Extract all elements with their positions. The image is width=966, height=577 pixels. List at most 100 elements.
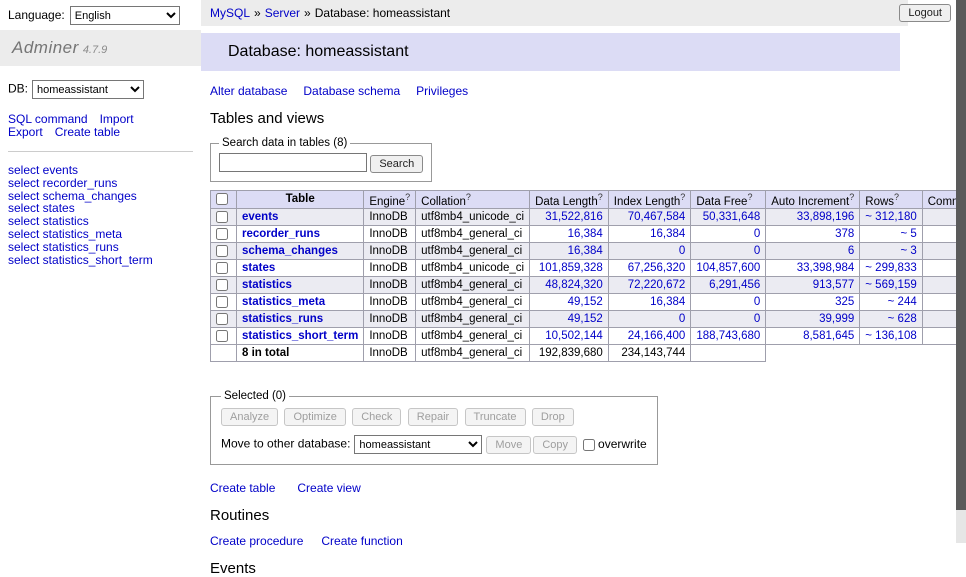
row-checkbox[interactable] xyxy=(216,296,228,308)
search-button[interactable]: Search xyxy=(370,155,423,173)
hint-icon[interactable]: ? xyxy=(849,192,854,202)
scrollbar-thumb[interactable] xyxy=(956,0,966,510)
auto-increment-link[interactable]: 33,398,984 xyxy=(797,262,855,274)
data-length-link[interactable]: 31,522,816 xyxy=(545,211,603,223)
table-name-link[interactable]: states xyxy=(242,262,275,274)
column-header-auto-increment[interactable]: Auto Increment? xyxy=(766,190,860,209)
data-free-link[interactable]: 0 xyxy=(754,296,760,308)
data-length-link[interactable]: 16,384 xyxy=(568,245,603,257)
sidebar-table-link-recorder-runs[interactable]: select recorder_runs xyxy=(8,177,193,190)
data-free-link[interactable]: 188,743,680 xyxy=(696,330,760,342)
create-function-link[interactable]: Create function xyxy=(321,534,402,548)
rows-count-link[interactable]: ~ 628 xyxy=(888,313,917,325)
data-length-link[interactable]: 16,384 xyxy=(568,228,603,240)
index-length-link[interactable]: 70,467,584 xyxy=(628,211,686,223)
data-free-link[interactable]: 0 xyxy=(754,313,760,325)
auto-increment-link[interactable]: 378 xyxy=(835,228,854,240)
row-checkbox[interactable] xyxy=(216,262,228,274)
index-length-link[interactable]: 24,166,400 xyxy=(628,330,686,342)
index-length-link[interactable]: 0 xyxy=(679,313,685,325)
overwrite-label[interactable]: overwrite xyxy=(598,437,647,451)
row-checkbox[interactable] xyxy=(216,228,228,240)
data-length-link[interactable]: 48,824,320 xyxy=(545,279,603,291)
index-length-link[interactable]: 0 xyxy=(679,245,685,257)
row-checkbox[interactable] xyxy=(216,211,228,223)
hint-icon[interactable]: ? xyxy=(466,192,471,202)
select-all-checkbox[interactable] xyxy=(216,193,228,205)
analyze-button[interactable]: Analyze xyxy=(221,408,278,426)
optimize-button[interactable]: Optimize xyxy=(284,408,345,426)
hint-icon[interactable]: ? xyxy=(894,192,899,202)
create-procedure-link[interactable]: Create procedure xyxy=(210,534,303,548)
index-length-link[interactable]: 16,384 xyxy=(650,296,685,308)
sidebar-link-export[interactable]: Export xyxy=(8,125,43,139)
truncate-button[interactable]: Truncate xyxy=(465,408,526,426)
overwrite-checkbox[interactable] xyxy=(583,439,595,451)
move-button[interactable]: Move xyxy=(486,436,531,454)
check-button[interactable]: Check xyxy=(352,408,401,426)
table-name-link[interactable]: schema_changes xyxy=(242,245,338,257)
column-header-data-length[interactable]: Data Length? xyxy=(530,190,609,209)
column-header-index-length[interactable]: Index Length? xyxy=(608,190,691,209)
auto-increment-link[interactable]: 913,577 xyxy=(813,279,855,291)
row-checkbox[interactable] xyxy=(216,330,228,342)
breadcrumb-server-link[interactable]: Server xyxy=(265,6,300,20)
sidebar-link-create-table[interactable]: Create table xyxy=(55,125,120,139)
column-header-collation[interactable]: Collation? xyxy=(416,190,530,209)
hint-icon[interactable]: ? xyxy=(680,192,685,202)
database-schema-link[interactable]: Database schema xyxy=(303,84,400,98)
column-header-rows[interactable]: Rows? xyxy=(860,190,922,209)
hint-icon[interactable]: ? xyxy=(598,192,603,202)
table-name-link[interactable]: events xyxy=(242,211,278,223)
auto-increment-link[interactable]: 325 xyxy=(835,296,854,308)
rows-count-link[interactable]: ~ 299,833 xyxy=(865,262,916,274)
auto-increment-link[interactable]: 6 xyxy=(848,245,854,257)
data-free-link[interactable]: 104,857,600 xyxy=(696,262,760,274)
index-length-link[interactable]: 67,256,320 xyxy=(628,262,686,274)
sidebar-table-link-statistics-meta[interactable]: select statistics_meta xyxy=(8,228,193,241)
column-header-data-free[interactable]: Data Free? xyxy=(691,190,766,209)
copy-button[interactable]: Copy xyxy=(533,436,577,454)
scrollbar-track[interactable] xyxy=(956,0,966,543)
auto-increment-link[interactable]: 8,581,645 xyxy=(803,330,854,342)
move-db-select[interactable]: homeassistant xyxy=(354,435,482,454)
data-free-link[interactable]: 0 xyxy=(754,228,760,240)
data-length-link[interactable]: 101,859,328 xyxy=(539,262,603,274)
create-table-link[interactable]: Create table xyxy=(210,481,275,495)
hint-icon[interactable]: ? xyxy=(405,192,410,202)
sidebar-table-link-statistics-short-term[interactable]: select statistics_short_term xyxy=(8,254,193,267)
column-header-engine[interactable]: Engine? xyxy=(364,190,416,209)
language-select[interactable]: English xyxy=(70,6,180,25)
index-length-link[interactable]: 72,220,672 xyxy=(628,279,686,291)
data-free-link[interactable]: 50,331,648 xyxy=(703,211,761,223)
data-free-link[interactable]: 0 xyxy=(754,245,760,257)
auto-increment-link[interactable]: 33,898,196 xyxy=(797,211,855,223)
row-checkbox[interactable] xyxy=(216,279,228,291)
auto-increment-link[interactable]: 39,999 xyxy=(819,313,854,325)
data-length-link[interactable]: 49,152 xyxy=(568,313,603,325)
data-free-link[interactable]: 6,291,456 xyxy=(709,279,760,291)
sidebar-link-import[interactable]: Import xyxy=(100,112,134,126)
sidebar-table-link-statistics-runs[interactable]: select statistics_runs xyxy=(8,241,193,254)
table-name-link[interactable]: recorder_runs xyxy=(242,228,320,240)
hint-icon[interactable]: ? xyxy=(747,192,752,202)
privileges-link[interactable]: Privileges xyxy=(416,84,468,98)
sidebar-link-sql-command[interactable]: SQL command xyxy=(8,112,88,126)
rows-count-link[interactable]: ~ 5 xyxy=(900,228,916,240)
row-checkbox[interactable] xyxy=(216,313,228,325)
data-length-link[interactable]: 49,152 xyxy=(568,296,603,308)
rows-count-link[interactable]: ~ 244 xyxy=(888,296,917,308)
rows-count-link[interactable]: ~ 569,159 xyxy=(865,279,916,291)
table-name-link[interactable]: statistics_runs xyxy=(242,313,323,325)
repair-button[interactable]: Repair xyxy=(408,408,458,426)
alter-database-link[interactable]: Alter database xyxy=(210,84,287,98)
breadcrumb-mysql-link[interactable]: MySQL xyxy=(210,6,250,20)
data-length-link[interactable]: 10,502,144 xyxy=(545,330,603,342)
search-input[interactable] xyxy=(219,153,367,172)
rows-count-link[interactable]: ~ 136,108 xyxy=(865,330,916,342)
logout-button[interactable]: Logout xyxy=(899,4,951,22)
create-view-link[interactable]: Create view xyxy=(297,481,360,495)
db-select[interactable]: homeassistant xyxy=(32,80,144,99)
index-length-link[interactable]: 16,384 xyxy=(650,228,685,240)
table-name-link[interactable]: statistics xyxy=(242,279,292,291)
